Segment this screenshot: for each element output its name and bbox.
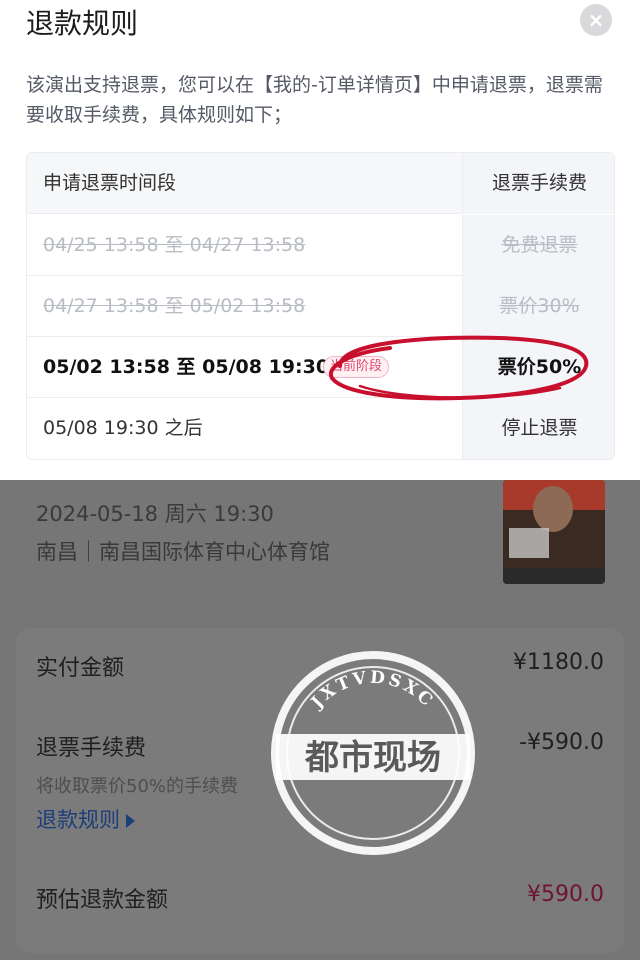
estimated-refund-value: ¥590.0 <box>527 882 604 907</box>
refund-fee-label: 退票手续费 <box>36 736 147 761</box>
current-stage-badge: 当前阶段 <box>323 356 390 378</box>
event-datetime: 2024-05-18 周六 19:30 <box>36 502 274 526</box>
refund-fee-card: 实付金额 ¥1180.0 退票手续费 -¥590.0 将收取票价50%的手续费 … <box>16 628 624 953</box>
refund-rules-sheet: 退款规则 × 该演出支持退票，您可以在【我的-订单详情页】中申请退票，退票需要收… <box>0 0 640 480</box>
refund-fee-value: -¥590.0 <box>519 730 604 755</box>
header-period: 申请退票时间段 <box>43 172 177 194</box>
close-icon[interactable]: × <box>580 4 612 36</box>
table-row: 04/27 13:58 至 05/02 13:58 票价30% <box>27 276 614 337</box>
row-period: 05/02 13:58 至 05/08 19:30 <box>43 356 330 378</box>
paid-amount-label: 实付金额 <box>36 656 125 681</box>
table-row: 04/25 13:58 至 04/27 13:58 免费退票 <box>27 215 614 276</box>
refund-rules-table: 申请退票时间段 退票手续费 04/25 13:58 至 04/27 13:58 … <box>26 152 615 460</box>
row-fee: 免费退票 <box>462 215 614 276</box>
triangle-right-icon <box>126 814 135 828</box>
refund-rules-link-label: 退款规则 <box>36 808 120 832</box>
event-poster-image <box>503 480 605 584</box>
refund-rules-link[interactable]: 退款规则 <box>36 804 135 834</box>
estimated-refund-label: 预估退款金额 <box>36 888 169 913</box>
row-fee: 停止退票 <box>462 398 614 459</box>
row-fee: 票价50% <box>462 337 614 398</box>
row-period: 04/27 13:58 至 05/02 13:58 <box>43 295 306 317</box>
table-row-current: 05/02 13:58 至 05/08 19:30 当前阶段 票价50% <box>27 337 614 398</box>
table-row: 05/08 19:30 之后 停止退票 <box>27 398 614 459</box>
order-detail-background: 2024-05-18 周六 19:30 南昌｜南昌国际体育中心体育馆 实付金额 … <box>0 480 640 960</box>
sheet-title: 退款规则 <box>26 7 139 40</box>
row-period: 04/25 13:58 至 04/27 13:58 <box>43 234 306 256</box>
refund-fee-note: 将收取票价50%的手续费 <box>36 776 239 797</box>
event-venue: 南昌｜南昌国际体育中心体育馆 <box>36 540 330 564</box>
row-period: 05/08 19:30 之后 <box>43 417 203 439</box>
row-fee: 票价30% <box>462 276 614 337</box>
table-header-row: 申请退票时间段 退票手续费 <box>27 153 614 214</box>
header-fee: 退票手续费 <box>462 153 614 214</box>
paid-amount-value: ¥1180.0 <box>513 650 604 675</box>
refund-description: 该演出支持退票，您可以在【我的-订单详情页】中申请退票，退票需要收取手续费，具体… <box>26 74 603 126</box>
